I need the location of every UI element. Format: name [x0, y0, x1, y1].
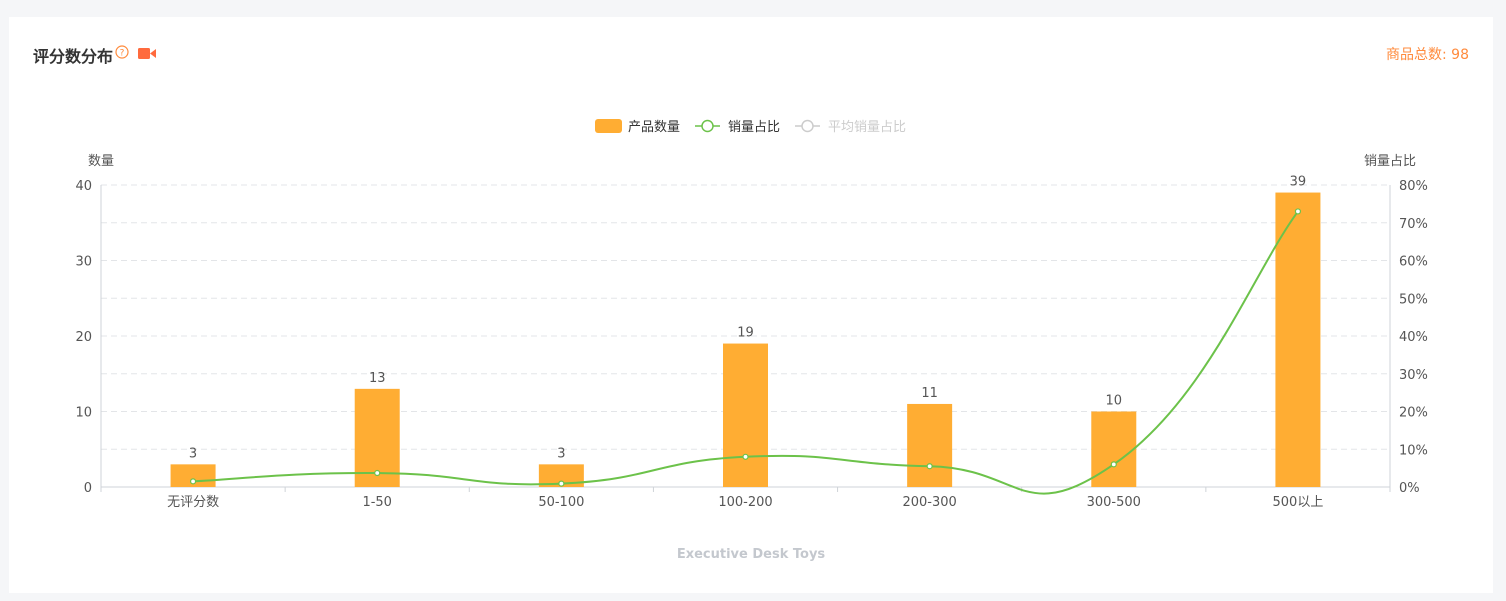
x-tick-label: 200-300 — [902, 495, 956, 510]
y-right-tick-label: 30% — [1399, 368, 1428, 383]
line-point — [926, 463, 933, 470]
legend-swatch-bar — [595, 119, 622, 133]
y-left-tick-label: 0 — [84, 481, 92, 496]
y-left-tick-label: 10 — [75, 406, 92, 421]
bar-data-label: 10 — [1106, 394, 1123, 409]
y-left-tick-label: 20 — [75, 330, 92, 345]
bar-data-label: 3 — [557, 446, 565, 461]
line-point — [742, 453, 749, 460]
y-left-tick-label: 30 — [75, 255, 92, 270]
rating-distribution-chart: 无评分数 1-50 50-100 100-200 200-300 300-500 500以上… — [75, 119, 1428, 562]
line-point — [189, 478, 197, 485]
bar — [907, 403, 953, 487]
bar — [723, 343, 768, 487]
y-right-tick-label: 20% — [1399, 406, 1428, 421]
line-point — [374, 469, 381, 477]
line-point — [1110, 461, 1117, 468]
legend-item-line[interactable]: 销量占比 — [695, 119, 780, 135]
y-right-tick-label: 10% — [1399, 443, 1428, 458]
y-left-axis-title: 数量 — [88, 154, 114, 169]
x-tick-label: 300-500 — [1087, 495, 1141, 510]
footer-label: Executive Desk Toys — [677, 547, 826, 562]
legend-label-line: 销量占比 — [728, 120, 780, 135]
line-point — [1294, 208, 1302, 215]
bar-data-label: 19 — [737, 326, 754, 341]
y-right-tick-label: 80% — [1399, 179, 1428, 194]
y-right-tick-label: 0% — [1399, 481, 1420, 496]
y-right-axis-title: 销量占比 — [1364, 154, 1416, 169]
legend-swatch-line-marker — [701, 119, 714, 133]
legend-item-avg-line[interactable]: 平均销量占比 — [795, 119, 906, 135]
line-point — [558, 480, 565, 487]
legend-label-avg-line: 平均销量占比 — [828, 120, 906, 135]
legend-item-bar[interactable]: 产品数量 — [595, 119, 680, 135]
bar-data-label: 13 — [369, 371, 386, 386]
y-right-tick-label: 60% — [1399, 255, 1428, 270]
bar-data-label: 3 — [189, 446, 197, 461]
y-right-tick-label: 40% — [1399, 330, 1428, 345]
bar-data-label: 11 — [921, 386, 938, 401]
x-tick-label: 50-100 — [538, 495, 584, 510]
x-tick-label: 无评分数 — [167, 495, 219, 510]
y-right-tick-label: 70% — [1399, 217, 1428, 232]
x-tick-label: 100-200 — [718, 495, 772, 510]
bar-data-label: 39 — [1290, 175, 1307, 190]
x-tick-label: 500以上 — [1273, 495, 1324, 510]
x-tick-label: 1-50 — [362, 495, 392, 510]
legend: 产品数量 销量占比 平均销量占比 — [595, 119, 906, 135]
y-right-tick-label: 50% — [1399, 292, 1428, 307]
y-left-tick-label: 40 — [75, 179, 92, 194]
legend-swatch-avg-marker — [801, 119, 814, 133]
legend-label-bar: 产品数量 — [628, 120, 680, 135]
